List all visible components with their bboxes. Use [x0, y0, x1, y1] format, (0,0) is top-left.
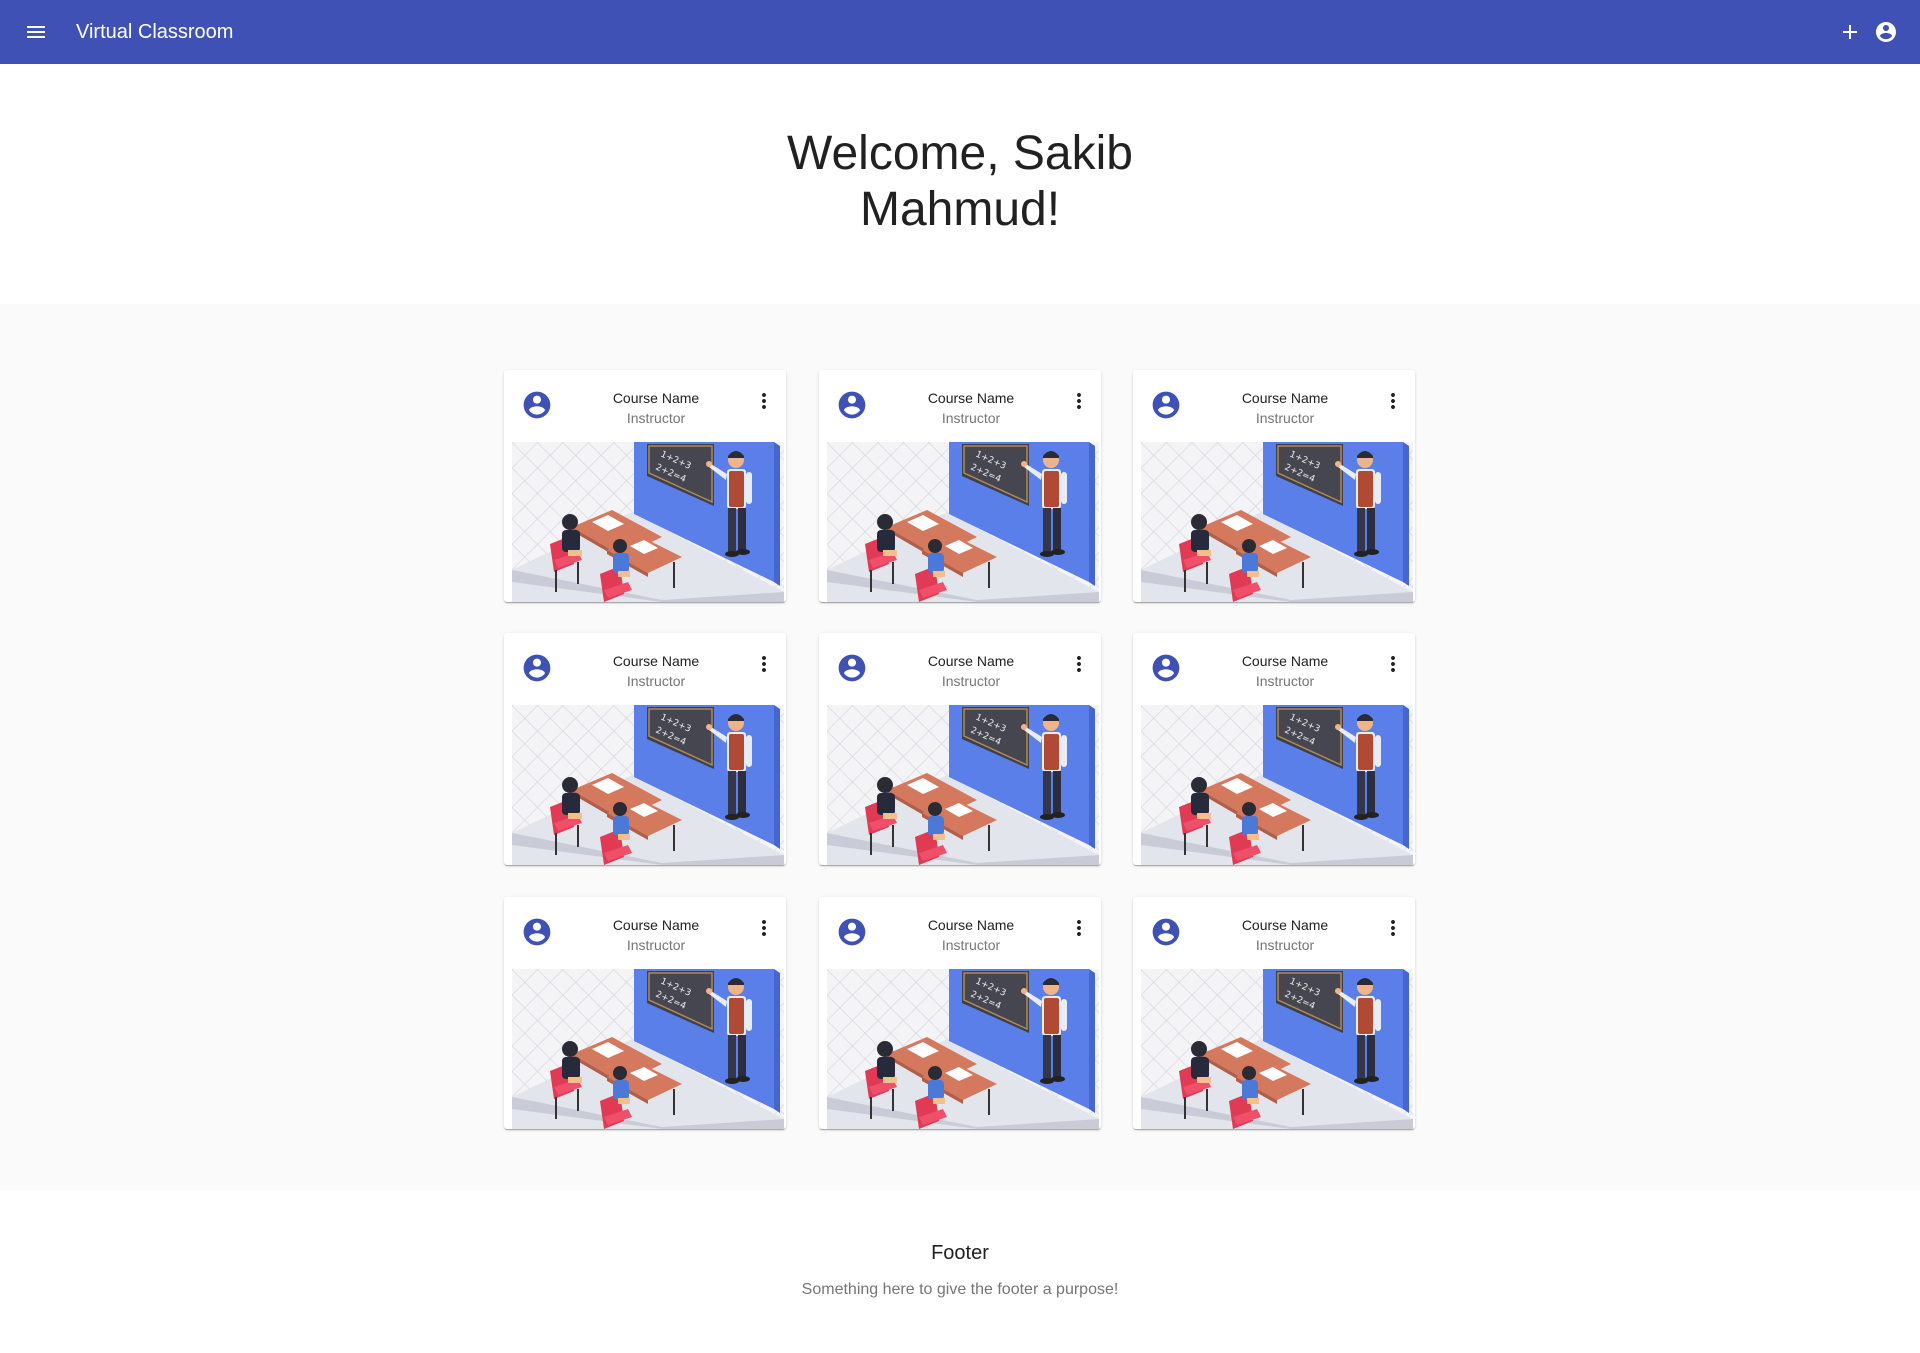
course-grid: Course Name Instructor 1+2+3 2+2=4 Cours… — [0, 304, 1920, 1190]
classroom-illustration: 1+2+3 2+2=4 — [512, 969, 784, 1129]
course-instructor: Instructor — [626, 410, 686, 426]
footer-title: Footer — [931, 1242, 989, 1264]
course-card[interactable]: Course Name Instructor 1+2+3 2+2=4 — [819, 633, 1101, 865]
course-menu-button[interactable] — [1381, 386, 1405, 416]
classroom-illustration: 1+2+3 2+2=4 — [512, 705, 784, 865]
course-instructor: Instructor — [1255, 673, 1315, 689]
course-menu-button[interactable] — [1067, 649, 1091, 679]
course-card[interactable]: Course Name Instructor 1+2+3 2+2=4 — [1133, 897, 1415, 1129]
more-vert-icon — [762, 656, 766, 672]
classroom-illustration: 1+2+3 2+2=4 — [1141, 969, 1413, 1129]
course-menu-button[interactable] — [752, 913, 776, 943]
classroom-illustration: 1+2+3 2+2=4 — [1141, 442, 1413, 602]
classroom-illustration: 1+2+3 2+2=4 — [1141, 705, 1413, 865]
course-card[interactable]: Course Name Instructor 1+2+3 2+2=4 — [504, 370, 786, 602]
account-button[interactable] — [1868, 12, 1904, 52]
course-card[interactable]: Course Name Instructor 1+2+3 2+2=4 — [504, 897, 786, 1129]
top-app-bar: Virtual Classroom — [0, 0, 1920, 64]
footer: Footer Something here to give the footer… — [0, 1190, 1920, 1353]
course-name: Course Name — [1241, 917, 1329, 933]
menu-button[interactable] — [16, 12, 56, 52]
course-menu-button[interactable] — [1381, 913, 1405, 943]
menu-icon — [27, 26, 45, 38]
course-name: Course Name — [612, 917, 700, 933]
welcome-heading: Welcome, Sakib Mahmud! — [0, 126, 1920, 238]
more-vert-icon — [762, 393, 766, 409]
more-vert-icon — [1391, 920, 1395, 936]
classroom-illustration: 1+2+3 2+2=4 — [512, 442, 784, 602]
course-name: Course Name — [927, 390, 1015, 406]
course-instructor: Instructor — [626, 937, 686, 953]
course-name: Course Name — [927, 653, 1015, 669]
course-instructor: Instructor — [941, 937, 1001, 953]
course-menu-button[interactable] — [752, 386, 776, 416]
course-instructor: Instructor — [941, 673, 1001, 689]
course-card[interactable]: Course Name Instructor 1+2+3 2+2=4 — [819, 897, 1101, 1129]
more-vert-icon — [1077, 393, 1081, 409]
course-menu-button[interactable] — [1067, 913, 1091, 943]
more-vert-icon — [1391, 656, 1395, 672]
course-instructor: Instructor — [1255, 410, 1315, 426]
course-instructor: Instructor — [1255, 937, 1315, 953]
more-vert-icon — [1077, 920, 1081, 936]
classroom-illustration: 1+2+3 2+2=4 — [827, 442, 1099, 602]
welcome-section: Welcome, Sakib Mahmud! — [0, 64, 1920, 304]
more-vert-icon — [762, 920, 766, 936]
course-name: Course Name — [612, 653, 700, 669]
course-name: Course Name — [1241, 653, 1329, 669]
course-menu-button[interactable] — [1067, 386, 1091, 416]
course-menu-button[interactable] — [1381, 649, 1405, 679]
course-card[interactable]: Course Name Instructor 1+2+3 2+2=4 — [1133, 633, 1415, 865]
more-vert-icon — [1077, 656, 1081, 672]
welcome-line-1: Welcome, Sakib — [787, 127, 1133, 180]
course-instructor: Instructor — [941, 410, 1001, 426]
classroom-illustration: 1+2+3 2+2=4 — [827, 969, 1099, 1129]
add-class-button[interactable] — [1832, 12, 1868, 52]
app-title: Virtual Classroom — [76, 20, 234, 43]
course-name: Course Name — [612, 390, 700, 406]
course-menu-button[interactable] — [752, 649, 776, 679]
course-card[interactable]: Course Name Instructor 1+2+3 2+2=4 — [504, 633, 786, 865]
account-circle-icon — [1876, 22, 1896, 42]
welcome-line-2: Mahmud! — [859, 183, 1061, 236]
course-name: Course Name — [1241, 390, 1329, 406]
footer-text: Something here to give the footer a purp… — [801, 1281, 1119, 1298]
add-icon — [1843, 25, 1857, 39]
course-name: Course Name — [927, 917, 1015, 933]
classroom-illustration: 1+2+3 2+2=4 — [827, 705, 1099, 865]
more-vert-icon — [1391, 393, 1395, 409]
course-instructor: Instructor — [626, 673, 686, 689]
course-card[interactable]: Course Name Instructor 1+2+3 2+2=4 — [1133, 370, 1415, 602]
course-card[interactable]: Course Name Instructor 1+2+3 2+2=4 — [819, 370, 1101, 602]
